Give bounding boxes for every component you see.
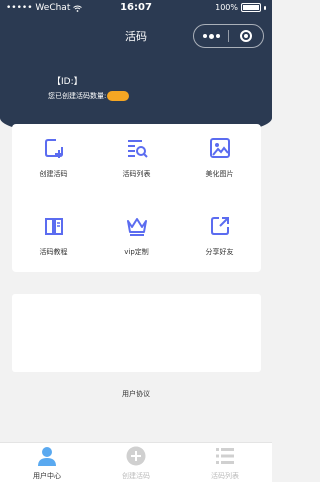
- user-agreement-link[interactable]: 用户协议: [0, 389, 272, 399]
- list-icon: [216, 448, 234, 464]
- grid-label: 活码教程: [39, 248, 68, 256]
- grid-item-vip[interactable]: vip定制: [95, 202, 178, 264]
- share-icon: [211, 217, 229, 235]
- header-background: [0, 0, 272, 140]
- status-bar: ••••• WeChat 16:07 100%: [0, 0, 272, 18]
- more-dots-icon: [202, 34, 207, 38]
- more-button[interactable]: [194, 25, 228, 47]
- code-count-row: 您已创建活码数量:: [48, 91, 130, 101]
- battery-percent: 100%: [215, 3, 238, 12]
- grid-label: 美化图片: [205, 170, 234, 178]
- tab-label: 活码列表: [211, 472, 239, 480]
- close-miniprogram-button[interactable]: [229, 25, 263, 47]
- grid-label: 活码列表: [122, 170, 151, 178]
- grid-label: vip定制: [124, 248, 149, 256]
- user-icon: [38, 447, 56, 466]
- create-code-icon: [45, 139, 63, 158]
- tab-bar: 用户中心 创建活码 活码列表: [0, 442, 272, 482]
- code-count-label: 您已创建活码数量:: [48, 92, 107, 100]
- plus-circle-icon: [126, 446, 146, 466]
- content-card: [12, 294, 261, 372]
- user-id-label: 【ID:】: [52, 77, 83, 87]
- grid-item-tutorial[interactable]: 活码教程: [12, 202, 95, 264]
- battery-group: 100%: [215, 3, 266, 12]
- tab-code-list[interactable]: 活码列表: [180, 443, 270, 482]
- tutorial-book-icon: [45, 218, 63, 235]
- grid-item-beautify-image[interactable]: 美化图片: [178, 124, 261, 186]
- code-list-icon: [128, 140, 148, 158]
- tab-label: 创建活码: [122, 472, 150, 480]
- crown-icon: [127, 218, 147, 236]
- grid-item-share[interactable]: 分享好友: [178, 202, 261, 264]
- feature-grid: 创建活码 活码列表 美化图片 活码教程 vip定制 分享好友: [12, 124, 261, 272]
- battery-icon: [241, 3, 261, 12]
- miniprogram-capsule: [193, 24, 264, 48]
- tab-user-center[interactable]: 用户中心: [2, 443, 92, 482]
- image-icon: [210, 138, 230, 158]
- battery-tip: [264, 5, 266, 10]
- target-icon: [239, 30, 252, 42]
- grid-item-code-list[interactable]: 活码列表: [95, 124, 178, 186]
- grid-label: 分享好友: [205, 248, 234, 256]
- tab-create-code[interactable]: 创建活码: [91, 443, 181, 482]
- grid-item-create-code[interactable]: 创建活码: [12, 124, 95, 186]
- grid-label: 创建活码: [39, 170, 68, 178]
- tab-label: 用户中心: [33, 472, 61, 480]
- code-count-badge: [107, 91, 130, 101]
